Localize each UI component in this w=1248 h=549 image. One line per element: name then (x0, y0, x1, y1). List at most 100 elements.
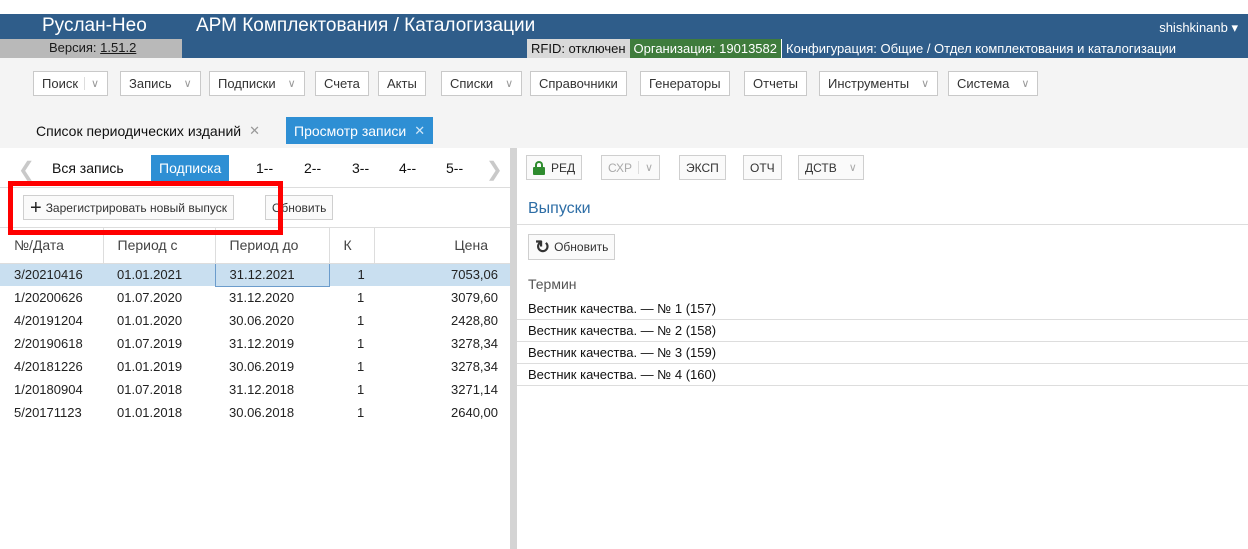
table-row[interactable]: 3/20210416 01.01.2021 31.12.2021 1 7053,06 (0, 262, 510, 287)
tab-view-record[interactable]: Просмотр записи ✕ (286, 117, 434, 144)
table-row[interactable]: 1/20200626 01.07.2020 31.12.2020 1 3079,60 (0, 286, 510, 309)
menu-accounts[interactable]: Счета (315, 71, 369, 96)
cell-period-from: 01.01.2021 (103, 263, 215, 286)
refresh-issues-label: Обновить (554, 240, 609, 254)
cell-count: 1 (357, 313, 365, 328)
cell-number-date: 5/20171123 (14, 405, 82, 420)
user-menu[interactable]: shishkinanb ▾ (1159, 20, 1238, 36)
subtab-3[interactable]: 3-- (344, 155, 377, 181)
column-price[interactable]: Цена (374, 228, 510, 264)
cell-number-date: 2/20190618 (14, 336, 83, 351)
chevron-right-icon[interactable]: ❯ (486, 157, 503, 182)
issues-table: №/Дата Период с Период до К Цена 3/20210… (0, 228, 510, 424)
chevron-down-icon: ∨ (638, 161, 653, 174)
cell-period-from: 01.07.2020 (117, 290, 183, 305)
term-column-header: Термин (528, 276, 577, 292)
list-item[interactable]: Вестник качества. — № 1 (157) (517, 298, 1248, 320)
cell-period-to: 31.12.2018 (229, 382, 295, 397)
chevron-left-icon[interactable]: ❮ (18, 157, 35, 182)
divider (517, 224, 1248, 225)
actions-button[interactable]: ДСТВ ∨ (798, 155, 864, 180)
refresh-icon: ↻ (535, 237, 551, 257)
cell-price: 3079,60 (451, 290, 498, 305)
tab-periodicals-label: Список периодических изданий (36, 122, 242, 139)
cell-period-from: 01.07.2019 (117, 336, 183, 351)
export-button[interactable]: ЭКСП (679, 155, 726, 180)
cell-period-to: 30.06.2018 (229, 405, 295, 420)
app-title: АРМ Комплектования / Каталогизации (196, 15, 536, 36)
subtab-2[interactable]: 2-- (296, 155, 329, 181)
menu-acts-label: Акты (387, 76, 417, 91)
cell-period-to: 31.12.2021 (214, 262, 330, 287)
subtab-subscription[interactable]: Подписка (151, 155, 230, 181)
menu-subscriptions[interactable]: Подписки ∨ (209, 71, 305, 96)
column-count[interactable]: К (329, 228, 375, 264)
table-row[interactable]: 1/20180904 01.07.2018 31.12.2018 1 3271,14 (0, 378, 510, 401)
cell-count: 1 (357, 290, 365, 305)
tab-view-record-label: Просмотр записи (294, 122, 407, 139)
cell-price: 3278,34 (451, 359, 498, 374)
subtab-4[interactable]: 4-- (391, 155, 424, 181)
edit-button[interactable]: РЕД (526, 155, 583, 180)
subtab-5[interactable]: 5-- (438, 155, 471, 181)
report-button[interactable]: ОТЧ (743, 155, 782, 180)
cell-number-date: 4/20181226 (14, 359, 83, 374)
menu-search-label: Поиск (42, 76, 79, 91)
menu-record[interactable]: Запись ∨ (120, 71, 201, 96)
table-row[interactable]: 5/20171123 01.01.2018 30.06.2018 1 2640,00 (0, 401, 510, 424)
menu-generators-label: Генераторы (649, 76, 721, 91)
close-icon[interactable]: ✕ (414, 123, 425, 139)
list-item[interactable]: Вестник качества. — № 3 (159) (517, 342, 1248, 364)
organization-status: Организация: 19013582 (629, 39, 782, 58)
menu-acts[interactable]: Акты (378, 71, 426, 96)
menu-lists[interactable]: Списки ∨ (441, 71, 523, 96)
top-strip (0, 0, 1248, 14)
menu-references[interactable]: Справочники (530, 71, 627, 96)
subtab-whole-record[interactable]: Вся запись (44, 155, 132, 181)
refresh-issues-button[interactable]: ↻ Обновить (528, 234, 616, 260)
table-row[interactable]: 4/20191204 01.01.2020 30.06.2020 1 2428,80 (0, 309, 510, 332)
configuration-status: Конфигурация: Общие / Отдел комплектован… (781, 39, 1181, 58)
cell-period-from: 01.07.2018 (117, 382, 183, 397)
version-number[interactable]: 1.51.2 (100, 40, 136, 55)
chevron-down-icon: ∨ (84, 77, 99, 90)
highlight-box (8, 181, 283, 235)
cell-period-to: 30.06.2019 (229, 359, 295, 374)
cell-count: 1 (357, 336, 365, 351)
chevron-down-icon: ∨ (183, 78, 192, 90)
issues-title: Выпуски (528, 200, 591, 217)
chevron-down-icon: ∨ (1021, 78, 1030, 90)
cell-period-from: 01.01.2019 (117, 359, 183, 374)
menu-tools[interactable]: Инструменты ∨ (819, 71, 939, 96)
cell-period-to: 31.12.2019 (229, 336, 295, 351)
cell-number-date: 3/20210416 (0, 263, 103, 286)
cell-price: 2428,80 (451, 313, 498, 328)
list-item[interactable]: Вестник качества. — № 2 (158) (517, 320, 1248, 342)
lock-open-icon (533, 160, 545, 175)
menu-lists-label: Списки (450, 76, 494, 91)
cell-number-date: 4/20191204 (14, 313, 83, 328)
version-label: Версия: 1.51.2 (49, 40, 136, 55)
menu-reports[interactable]: Отчеты (744, 71, 807, 96)
menu-system[interactable]: Система ∨ (948, 71, 1039, 96)
close-icon[interactable]: ✕ (249, 123, 260, 139)
export-label: ЭКСП (686, 160, 719, 175)
list-item[interactable]: Вестник качества. — № 4 (160) (517, 364, 1248, 386)
issues-panel: РЕД СХР ∨ ЭКСП ОТЧ ДСТВ ∨ Выпуски ↻ Обно… (517, 148, 1248, 549)
menu-generators[interactable]: Генераторы (640, 71, 730, 96)
actions-label: ДСТВ (805, 160, 837, 175)
issues-list: Вестник качества. — № 1 (157) Вестник ка… (517, 298, 1248, 386)
save-button[interactable]: СХР ∨ (601, 155, 661, 180)
menu-search[interactable]: Поиск ∨ (33, 71, 109, 96)
menu-accounts-label: Счета (324, 76, 360, 91)
cell-price: 3271,14 (451, 382, 498, 397)
rfid-status: RFID: отключен (527, 39, 630, 58)
table-row[interactable]: 2/20190618 01.07.2019 31.12.2019 1 3278,34 (0, 332, 510, 355)
chevron-down-icon: ∨ (848, 162, 857, 174)
panel-splitter[interactable] (510, 148, 517, 549)
menu-references-label: Справочники (539, 76, 618, 91)
tab-periodicals[interactable]: Список периодических изданий ✕ (28, 117, 268, 144)
cell-period-from: 01.01.2018 (117, 405, 183, 420)
subtab-1[interactable]: 1-- (248, 155, 281, 181)
table-row[interactable]: 4/20181226 01.01.2019 30.06.2019 1 3278,34 (0, 355, 510, 378)
